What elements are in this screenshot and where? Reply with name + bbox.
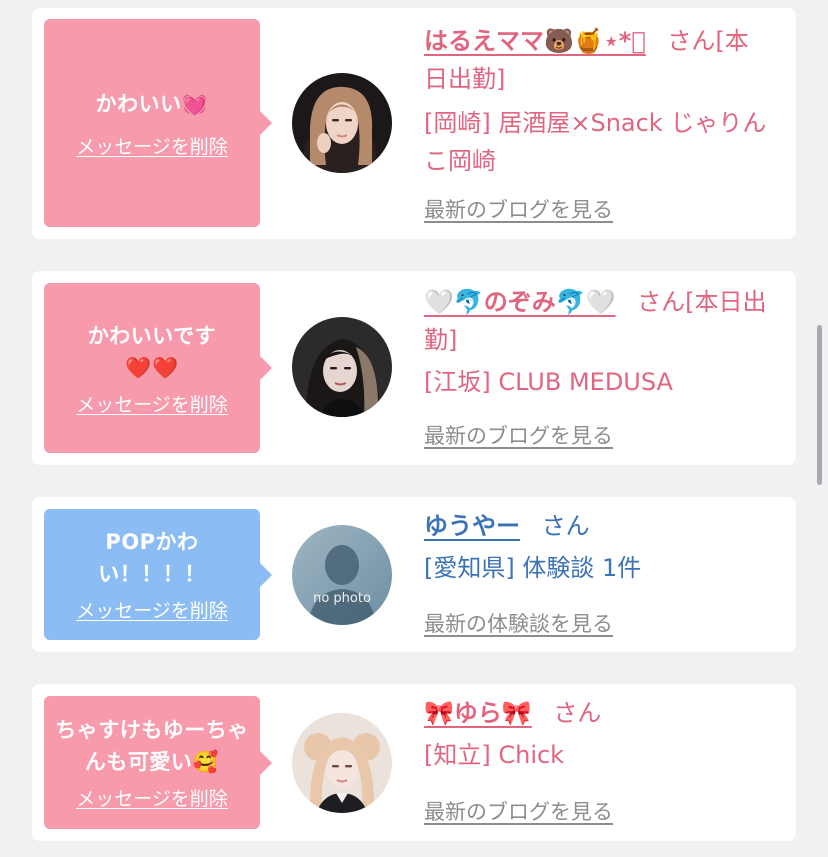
member-suffix: さん	[553, 699, 602, 727]
no-photo-text: no photo	[313, 591, 371, 606]
member-name-line: 🤍🐬のぞみ🐬🤍 さん[本日出勤]	[424, 283, 768, 359]
avatar-photo	[292, 73, 392, 173]
message-text: POPかわい！！！！	[98, 530, 206, 586]
avatar-photo	[292, 317, 392, 417]
member-suffix: さん	[541, 512, 590, 540]
avatar[interactable]: no photo	[292, 525, 392, 625]
avatar[interactable]	[292, 713, 392, 813]
message-bubble: POPかわい！！！！ メッセージを削除	[44, 509, 272, 640]
list-item: POPかわい！！！！ メッセージを削除 no photo ゆうやー さん [愛知…	[32, 497, 796, 652]
member-info: 🎀ゆら🎀 さん [知立] Chick	[424, 694, 768, 774]
latest-blog-link[interactable]: 最新のブログを見る	[424, 194, 613, 224]
member-name-link[interactable]: 🎀ゆら🎀	[424, 699, 532, 727]
avatar-photo	[292, 713, 392, 813]
message-bubble: かわいいです❤️❤️ メッセージを削除	[44, 283, 272, 453]
member-info: ゆうやー さん [愛知県] 体験談 1件	[424, 507, 768, 587]
shop-label: [愛知県] 体験談 1件	[424, 554, 642, 582]
latest-review-link[interactable]: 最新の体験談を見る	[424, 608, 613, 638]
delete-message-link[interactable]: メッセージを削除	[76, 390, 228, 417]
list-item: かわいいです❤️❤️ メッセージを削除 🤍🐬のぞみ🐬🤍 さん[本日出勤] [江坂…	[32, 271, 796, 465]
member-name-link[interactable]: 🤍🐬のぞみ🐬🤍	[424, 288, 616, 316]
message-bubble: ちゃすけもゆーちゃんも可愛い🥰 メッセージを削除	[44, 696, 272, 829]
message-text: ちゃすけもゆーちゃんも可愛い🥰	[55, 718, 249, 774]
avatar[interactable]	[292, 317, 392, 417]
favorites-list-page: かわいい💓 メッセージを削除 はるえママ🐻🍯⋆*ﾟ さん[本日出勤] [岡崎]	[0, 0, 828, 857]
latest-blog-link[interactable]: 最新のブログを見る	[424, 420, 613, 450]
message-text: かわいい💓	[95, 91, 209, 116]
message-text: かわいいです❤️❤️	[87, 323, 217, 380]
shop-label: [岡崎] 居酒屋×Snack じゃりんこ岡崎	[424, 109, 767, 175]
delete-message-link[interactable]: メッセージを削除	[76, 596, 228, 623]
list-item: かわいい💓 メッセージを削除 はるえママ🐻🍯⋆*ﾟ さん[本日出勤] [岡崎]	[32, 8, 796, 239]
vertical-scrollbar[interactable]	[817, 325, 822, 485]
member-name-line: はるえママ🐻🍯⋆*ﾟ さん[本日出勤]	[424, 22, 768, 98]
member-name-line: ゆうやー さん	[424, 507, 768, 545]
shop-label: [知立] Chick	[424, 741, 565, 769]
delete-message-link[interactable]: メッセージを削除	[76, 132, 228, 159]
latest-blog-link[interactable]: 最新のブログを見る	[424, 796, 613, 826]
delete-message-link[interactable]: メッセージを削除	[76, 784, 228, 811]
list-item: ちゃすけもゆーちゃんも可愛い🥰 メッセージを削除 🎀ゆら🎀 さん [知立] Ch…	[32, 684, 796, 841]
member-name-link[interactable]: はるえママ🐻🍯⋆*ﾟ	[424, 27, 646, 55]
shop-label: [江坂] CLUB MEDUSA	[424, 368, 673, 396]
member-info: 🤍🐬のぞみ🐬🤍 さん[本日出勤] [江坂] CLUB MEDUSA	[424, 283, 768, 401]
member-name-link[interactable]: ゆうやー	[424, 512, 520, 540]
member-name-line: 🎀ゆら🎀 さん	[424, 694, 768, 732]
member-info: はるえママ🐻🍯⋆*ﾟ さん[本日出勤] [岡崎] 居酒屋×Snack じゃりんこ…	[424, 22, 768, 180]
avatar[interactable]	[292, 73, 392, 173]
message-bubble: かわいい💓 メッセージを削除	[44, 19, 272, 227]
no-photo-placeholder-icon	[292, 525, 392, 625]
